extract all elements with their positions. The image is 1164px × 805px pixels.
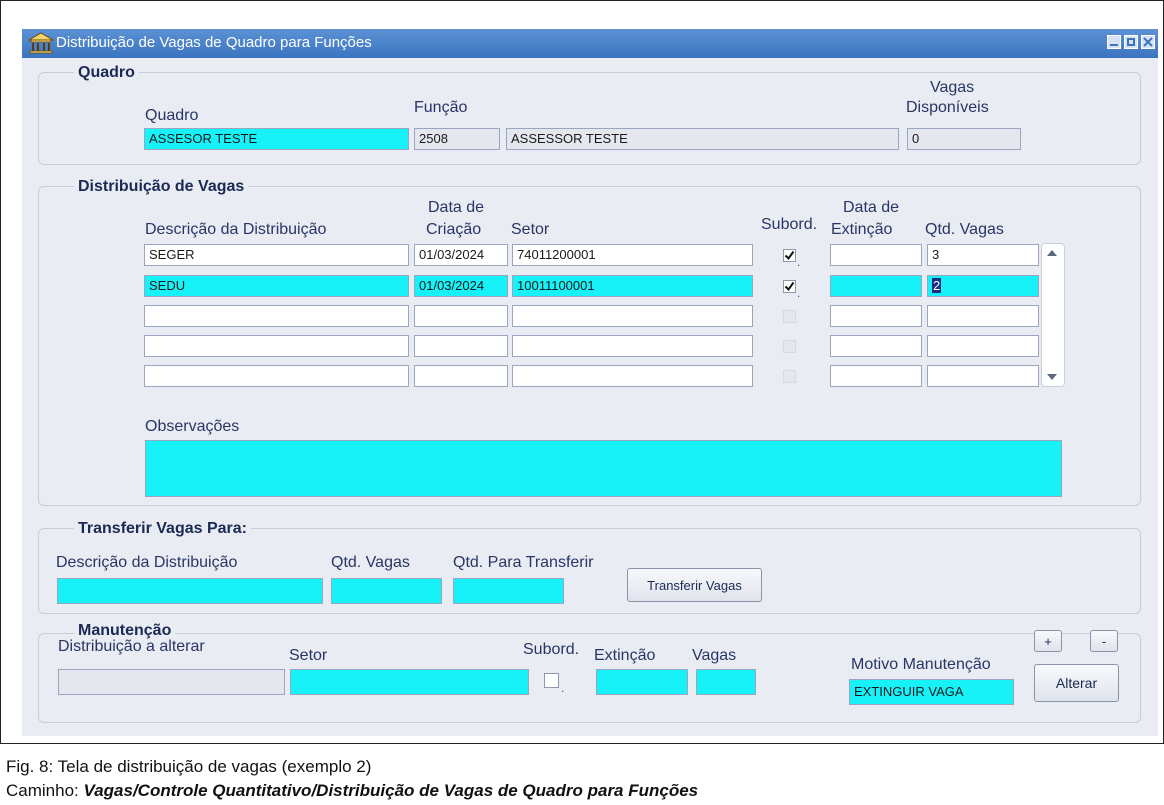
row5-setor-field[interactable] bbox=[512, 365, 753, 387]
col-data-criacao-label-2: Criação bbox=[426, 221, 482, 238]
row2-qtd-vagas-selected-text: 2 bbox=[932, 278, 942, 293]
path-value: Vagas/Controle Quantitativo/Distribuição… bbox=[83, 781, 699, 800]
figure-caption: Fig. 8: Tela de distribuição de vagas (e… bbox=[6, 757, 372, 776]
scroll-up-icon[interactable] bbox=[1042, 246, 1062, 260]
row1-data-criacao-field[interactable]: 01/03/2024 bbox=[414, 244, 508, 266]
transferir-qtd-vagas-label: Qtd. Vagas bbox=[331, 554, 410, 571]
window-titlebar: Distribuição de Vagas de Quadro para Fun… bbox=[22, 29, 1158, 58]
row4-descricao-field[interactable] bbox=[144, 335, 409, 357]
quadro-field[interactable]: ASSESOR TESTE bbox=[144, 128, 409, 150]
row3-setor-field[interactable] bbox=[512, 305, 753, 327]
quadro-group bbox=[38, 72, 1141, 165]
row5-data-criacao-field[interactable] bbox=[414, 365, 508, 387]
col-qtd-vagas-label: Qtd. Vagas bbox=[925, 221, 1004, 238]
col-data-extincao-label-1: Data de bbox=[843, 199, 900, 216]
funcao-code-field[interactable]: 2508 bbox=[414, 128, 500, 150]
manutencao-setor-field[interactable] bbox=[290, 669, 529, 695]
row4-setor-field[interactable] bbox=[512, 335, 753, 357]
row3-data-extincao-field[interactable] bbox=[830, 305, 922, 327]
col-data-extincao-label-2: Extinção bbox=[831, 221, 893, 238]
transferir-qtd-vagas-field[interactable] bbox=[331, 578, 442, 604]
funcao-name-field[interactable]: ASSESSOR TESTE bbox=[506, 128, 899, 150]
motivo-manutencao-field[interactable]: EXTINGUIR VAGA bbox=[849, 679, 1014, 705]
transferir-descricao-label: Descrição da Distribuição bbox=[56, 554, 238, 571]
row1-descricao-field[interactable]: SEGER bbox=[144, 244, 409, 266]
funcao-label: Função bbox=[414, 99, 468, 116]
minimize-icon[interactable] bbox=[1107, 35, 1121, 49]
row3-qtd-vagas-field[interactable] bbox=[927, 305, 1039, 327]
distribuicao-alterar-label: Distribuição a alterar bbox=[58, 638, 205, 655]
scroll-down-icon[interactable] bbox=[1042, 370, 1062, 384]
row2-subord-dot: . bbox=[797, 286, 801, 300]
distribuicao-alterar-field[interactable] bbox=[58, 669, 285, 695]
minus-button[interactable]: - bbox=[1090, 630, 1118, 652]
row2-setor-field[interactable]: 10011100001 bbox=[512, 275, 753, 297]
vagas-disponiveis-label: Disponíveis bbox=[906, 99, 989, 116]
quadro-label: Quadro bbox=[145, 107, 199, 124]
row2-data-extincao-field[interactable] bbox=[830, 275, 922, 297]
vagas-disponiveis-field[interactable]: 0 bbox=[907, 128, 1021, 150]
close-icon[interactable] bbox=[1141, 35, 1155, 49]
plus-button[interactable]: + bbox=[1034, 630, 1062, 652]
row2-descricao-field[interactable]: SEDU bbox=[144, 275, 409, 297]
window-title: Distribuição de Vagas de Quadro para Fun… bbox=[56, 34, 372, 51]
transferir-group-title: Transferir Vagas Para: bbox=[74, 520, 251, 538]
col-setor-label: Setor bbox=[511, 221, 550, 238]
alterar-button[interactable]: Alterar bbox=[1034, 664, 1119, 702]
quadro-group-title: Quadro bbox=[74, 64, 139, 82]
manutencao-vagas-field[interactable] bbox=[696, 669, 756, 695]
row1-setor-field[interactable]: 74011200001 bbox=[512, 244, 753, 266]
row5-subord-checkbox[interactable] bbox=[783, 370, 796, 383]
manutencao-subord-checkbox[interactable] bbox=[544, 673, 559, 688]
row2-qtd-vagas-field[interactable]: 2 bbox=[927, 275, 1039, 297]
manutencao-extincao-label: Extinção bbox=[594, 647, 656, 664]
checkmark-icon bbox=[784, 281, 795, 292]
manutencao-vagas-label: Vagas bbox=[692, 647, 737, 664]
row1-subord-dot: . bbox=[797, 255, 801, 269]
manutencao-extincao-field[interactable] bbox=[596, 669, 688, 695]
row2-subord-checkbox[interactable] bbox=[783, 280, 796, 293]
row4-data-extincao-field[interactable] bbox=[830, 335, 922, 357]
distribuicao-group-title: Distribuição de Vagas bbox=[74, 178, 249, 196]
building-icon bbox=[28, 32, 54, 54]
rows-scrollbar[interactable] bbox=[1041, 243, 1065, 387]
row5-qtd-vagas-field[interactable] bbox=[927, 365, 1039, 387]
row3-data-criacao-field[interactable] bbox=[414, 305, 508, 327]
transferir-descricao-field[interactable] bbox=[57, 578, 323, 604]
row4-qtd-vagas-field[interactable] bbox=[927, 335, 1039, 357]
figure-path: Caminho: Vagas/Controle Quantitativo/Dis… bbox=[6, 781, 698, 801]
col-descricao-label: Descrição da Distribuição bbox=[145, 221, 327, 238]
col-subord-label: Subord. bbox=[761, 216, 818, 233]
checkmark-icon bbox=[784, 250, 795, 261]
row1-data-extincao-field[interactable] bbox=[830, 244, 922, 266]
transferir-qtd-para-transferir-field[interactable] bbox=[453, 578, 564, 604]
path-prefix: Caminho: bbox=[6, 781, 84, 800]
observacoes-field[interactable] bbox=[145, 440, 1062, 497]
motivo-manutencao-label: Motivo Manutenção bbox=[851, 656, 991, 673]
manutencao-subord-label: Subord. bbox=[523, 641, 580, 658]
row5-descricao-field[interactable] bbox=[144, 365, 409, 387]
row5-data-extincao-field[interactable] bbox=[830, 365, 922, 387]
col-data-criacao-label-1: Data de bbox=[428, 199, 485, 216]
row1-subord-checkbox[interactable] bbox=[783, 249, 796, 262]
row3-subord-checkbox[interactable] bbox=[783, 310, 796, 323]
row4-subord-checkbox[interactable] bbox=[783, 340, 796, 353]
manutencao-setor-label: Setor bbox=[289, 647, 328, 664]
transferir-qtd-para-transferir-label: Qtd. Para Transferir bbox=[453, 554, 594, 571]
row4-data-criacao-field[interactable] bbox=[414, 335, 508, 357]
row2-data-criacao-field[interactable]: 01/03/2024 bbox=[414, 275, 508, 297]
vagas-label: Vagas bbox=[930, 79, 975, 96]
row1-qtd-vagas-field[interactable]: 3 bbox=[927, 244, 1039, 266]
row3-descricao-field[interactable] bbox=[144, 305, 409, 327]
observacoes-label: Observações bbox=[145, 418, 240, 435]
transferir-vagas-button[interactable]: Transferir Vagas bbox=[627, 568, 762, 602]
maximize-icon[interactable] bbox=[1124, 35, 1138, 49]
manutencao-subord-dot: . bbox=[561, 681, 565, 695]
